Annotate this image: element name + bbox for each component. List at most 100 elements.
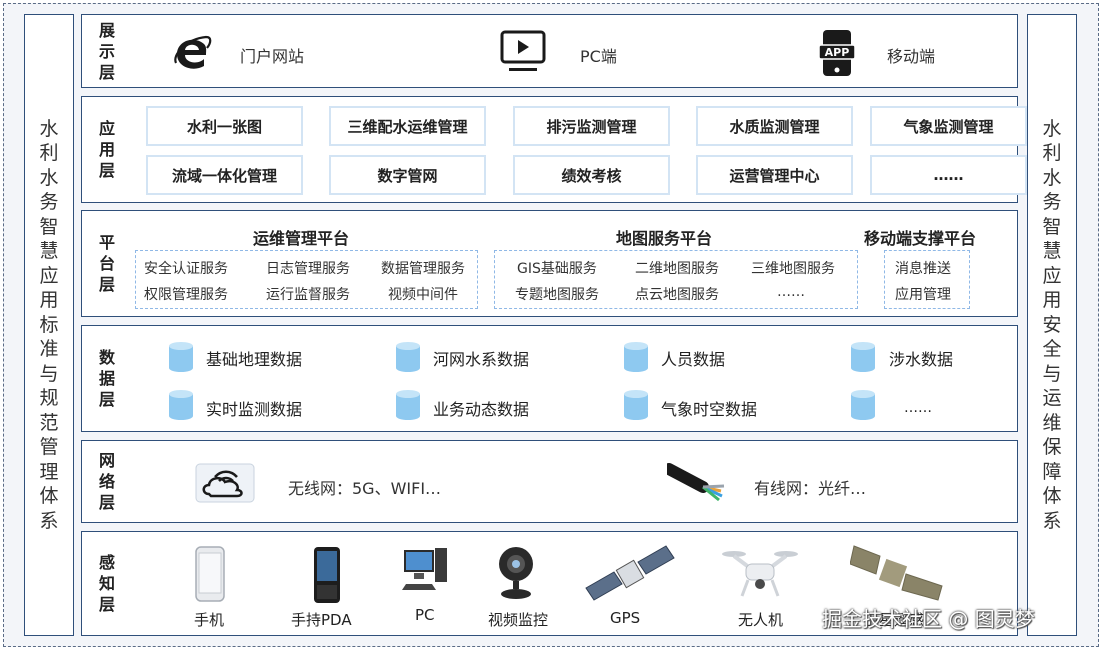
map-platform-services: GIS基础服务 二维地图服务 三维地图服务 专题地图服务 点云地图服务 …… — [494, 250, 858, 309]
layer-label-char: 层 — [98, 493, 115, 512]
platform-layer-label: 平 台 层 — [92, 211, 122, 316]
panel-title-char: 维 — [1042, 411, 1062, 434]
service-item: 安全认证服务 — [144, 261, 228, 277]
panel-title-char: 水 — [1042, 117, 1062, 140]
app-performance-review[interactable]: 绩效考核 — [513, 155, 670, 195]
panel-title-char: 规 — [39, 387, 59, 410]
wireless-network-label: 无线网：5G、WIFI… — [288, 479, 442, 498]
webcam-icon — [499, 547, 533, 599]
data-item-personnel: 人员数据 — [661, 350, 726, 369]
display-layer: 展 示 层 门户网站 PC端 APP 移动端 — [81, 14, 1018, 88]
service-item: 消息推送 — [895, 261, 951, 277]
network-layer: 网 络 层 无线网：5G、WIFI… 有线网：光纤… — [81, 440, 1018, 523]
database-icon — [396, 390, 420, 420]
layer-label-char: 数 — [98, 348, 115, 367]
app-more[interactable]: …… — [870, 155, 1027, 195]
monitor-icon — [500, 30, 546, 71]
app-water-quality[interactable]: 水质监测管理 — [696, 106, 853, 146]
desktop-pc-icon — [402, 548, 447, 590]
app-basin-management[interactable]: 流域一体化管理 — [146, 155, 303, 195]
panel-title-char: 准 — [39, 338, 59, 361]
layer-label-char: 网 — [98, 451, 115, 470]
app-operations-center[interactable]: 运营管理中心 — [696, 155, 853, 195]
panel-title-char: 智 — [39, 215, 59, 238]
panel-title-char: 系 — [1042, 509, 1062, 532]
panel-title-char: 系 — [39, 509, 59, 532]
mobile-platform-services: 消息推送 应用管理 — [884, 250, 970, 309]
watermark-text: 掘金技术社区 @ 图灵梦 — [822, 607, 1035, 631]
panel-title-char: 慧 — [39, 240, 59, 263]
service-item: 二维地图服务 — [635, 261, 719, 277]
device-label-pc: PC — [415, 606, 435, 624]
panel-title-char: 全 — [1042, 338, 1062, 361]
panel-title-char: 与 — [39, 362, 59, 385]
ops-platform-services: 安全认证服务 日志管理服务 数据管理服务 权限管理服务 运行监督服务 视频中间件 — [135, 250, 478, 309]
application-layer: 应 用 层 水利一张图 三维配水运维管理 排污监测管理 水质监测管理 气象监测管… — [81, 96, 1027, 203]
device-label-gps: GPS — [610, 609, 641, 627]
panel-title-char: 水 — [39, 117, 59, 140]
database-icon — [851, 390, 875, 420]
panel-title-char: 智 — [1042, 215, 1062, 238]
service-item: 专题地图服务 — [515, 287, 599, 303]
layer-label-char: 知 — [98, 574, 115, 593]
ops-platform-title: 运维管理平台 — [253, 229, 350, 248]
service-item: 应用管理 — [895, 287, 951, 303]
service-item: GIS基础服务 — [517, 261, 597, 277]
app-digital-pipe-network[interactable]: 数字管网 — [329, 155, 486, 195]
database-icon — [624, 390, 648, 420]
panel-title-char: 用 — [1042, 289, 1062, 312]
mobile-client-label: 移动端 — [887, 47, 936, 66]
database-icon — [169, 390, 193, 420]
display-layer-label: 展 示 层 — [92, 15, 122, 87]
panel-title-char: 与 — [1042, 362, 1062, 385]
panel-title-char: 体 — [39, 485, 59, 508]
security-panel: 水利水务智慧应用安全与运维保障体系 — [1027, 14, 1077, 636]
layer-label-char: 层 — [98, 595, 115, 614]
panel-title-char: 安 — [1042, 313, 1062, 336]
panel-title-char: 慧 — [1042, 240, 1062, 263]
satellite-icon — [850, 545, 943, 601]
panel-title-char: 范 — [39, 411, 59, 434]
app-weather-monitoring[interactable]: 气象监测管理 — [870, 106, 1027, 146]
panel-title-char: 运 — [1042, 387, 1062, 410]
layer-label-char: 台 — [98, 254, 115, 273]
panel-title-char: 障 — [1042, 460, 1062, 483]
database-icon — [169, 342, 193, 372]
panel-title-char: 管 — [39, 436, 59, 459]
standards-panel-title: 水利水务智慧应用标准与规范管理体系 — [39, 117, 58, 534]
data-item-geo-basic: 基础地理数据 — [206, 350, 303, 369]
app-3d-water-ops[interactable]: 三维配水运维管理 — [329, 106, 486, 146]
drone-icon — [722, 551, 798, 597]
data-item-business-dynamic: 业务动态数据 — [433, 400, 530, 419]
service-item: 日志管理服务 — [266, 261, 350, 277]
device-label-pda: 手持PDA — [291, 611, 352, 629]
layer-label-char: 示 — [98, 41, 115, 61]
service-item: …… — [777, 284, 805, 300]
panel-title-char: 保 — [1042, 436, 1062, 459]
platform-layer: 平 台 层 运维管理平台 安全认证服务 日志管理服务 数据管理服务 权限管理服务… — [81, 210, 1018, 317]
layer-label-char: 平 — [98, 233, 115, 252]
panel-title-char: 体 — [1042, 485, 1062, 508]
panel-title-char: 标 — [39, 313, 59, 336]
handheld-pda-icon — [314, 547, 340, 603]
panel-title-char: 利 — [1042, 142, 1062, 165]
pc-client-label: PC端 — [580, 47, 617, 66]
database-icon — [624, 342, 648, 372]
data-item-water-related: 涉水数据 — [889, 350, 954, 369]
panel-title-char: 应 — [1042, 264, 1062, 287]
device-label-drone: 无人机 — [738, 611, 784, 629]
database-icon — [851, 342, 875, 372]
device-label-phone: 手机 — [194, 611, 225, 629]
data-layer: 数 据 层 基础地理数据 河网水系数据 人员数据 涉水数据 实时监测数据 业务动… — [81, 325, 1018, 432]
layer-label-char: 据 — [98, 369, 115, 388]
wired-network-label: 有线网：光纤… — [754, 479, 867, 498]
svg-text:APP: APP — [825, 46, 850, 59]
data-item-weather-spatiotemporal: 气象时空数据 — [661, 400, 758, 419]
layer-label-char: 展 — [98, 20, 115, 40]
app-water-map[interactable]: 水利一张图 — [146, 106, 303, 146]
app-sewage-monitoring[interactable]: 排污监测管理 — [513, 106, 670, 146]
panel-title-char: 水 — [1042, 166, 1062, 189]
perception-layer-label: 感 知 层 — [92, 532, 122, 635]
panel-title-char: 利 — [39, 142, 59, 165]
service-item: 数据管理服务 — [381, 261, 465, 277]
